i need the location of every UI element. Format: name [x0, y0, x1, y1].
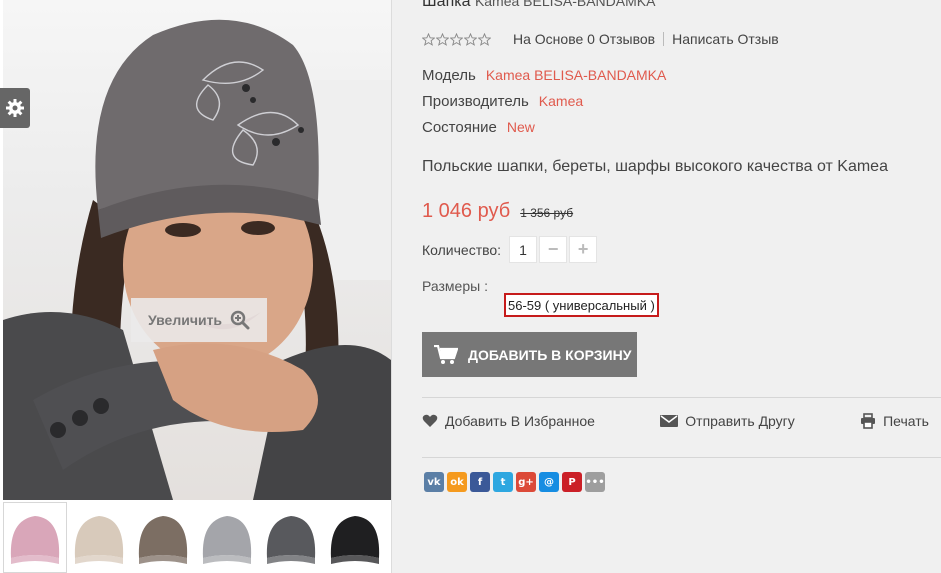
star-icon: [450, 32, 463, 46]
spec-condition-value: New: [506, 119, 535, 135]
hat-model-photo: [3, 19, 391, 500]
star-icon: [478, 32, 491, 46]
thumbnail-2[interactable]: [67, 502, 131, 573]
google-plus-icon[interactable]: g+: [516, 472, 536, 492]
write-review-link[interactable]: Написать Отзыв: [672, 31, 779, 47]
social-share-bar: vk ok f t g+ @ P •••: [424, 472, 605, 492]
spec-manufacturer-value[interactable]: Kamea: [539, 93, 583, 109]
price-row: 1 046 руб 1 356 руб: [422, 200, 573, 223]
pinterest-icon[interactable]: P: [562, 472, 582, 492]
spec-model: Модель Kamea BELISA-BANDAMKA: [422, 67, 666, 84]
product-title: Шапка Kamea BELISA-BANDAMKA: [422, 0, 655, 11]
printer-icon: [861, 413, 876, 429]
heart-icon: [422, 414, 438, 427]
sizes-label: Размеры :: [422, 278, 488, 294]
hat-thumbnail-image: [202, 515, 252, 564]
more-icon[interactable]: •••: [585, 472, 605, 492]
twitter-icon[interactable]: t: [493, 472, 513, 492]
quantity-input[interactable]: 1: [509, 236, 538, 263]
product-info: Шапка Kamea BELISA-BANDAMKA На Основе 0 …: [422, 0, 941, 573]
mailru-icon[interactable]: @: [539, 472, 559, 492]
add-to-cart-button[interactable]: ДОБАВИТЬ В КОРЗИНУ: [422, 332, 637, 377]
thumbnail-strip: [3, 502, 391, 573]
product-description: Польские шапки, береты, шарфы высокого к…: [422, 158, 888, 175]
odnoklassniki-icon[interactable]: ok: [447, 472, 467, 492]
hat-thumbnail-image: [74, 515, 124, 564]
product-page: Увеличить Шапка Kamea BELISA-BANDAMKA На…: [0, 0, 941, 573]
rating-stars: [422, 32, 491, 46]
send-to-friend-button[interactable]: Отправить Другу: [660, 413, 795, 429]
thumbnail-3[interactable]: [131, 502, 195, 573]
vk-icon[interactable]: vk: [424, 472, 444, 492]
zoom-in-icon: [230, 310, 250, 330]
star-icon: [464, 32, 477, 46]
reviews-count-link[interactable]: На Основе 0 Отзывов: [513, 31, 655, 47]
gear-icon: [6, 99, 24, 117]
spec-model-label: Модель: [422, 67, 476, 84]
divider-top: [422, 397, 941, 398]
quantity-decrease-button[interactable]: −: [539, 236, 568, 263]
spec-condition-label: Состояние: [422, 119, 497, 136]
quantity-increase-button[interactable]: +: [569, 236, 598, 263]
hat-thumbnail-image: [330, 515, 380, 564]
divider-bottom: [422, 457, 941, 458]
price-old: 1 356 руб: [520, 206, 574, 220]
settings-button[interactable]: [0, 88, 30, 128]
price-current: 1 046 руб: [422, 200, 511, 222]
hat-thumbnail-image: [266, 515, 316, 564]
envelope-icon: [660, 415, 679, 427]
spec-manufacturer-label: Производитель: [422, 93, 529, 110]
spec-condition: Состояние New: [422, 119, 535, 136]
send-friend-label: Отправить Другу: [685, 413, 795, 429]
zoom-label: Увеличить: [147, 312, 223, 328]
quantity-label: Количество:: [422, 241, 502, 258]
star-icon: [422, 32, 435, 46]
product-title-model: Kamea BELISA-BANDAMKA: [474, 0, 656, 9]
product-title-main: Шапка: [422, 0, 471, 10]
wishlist-label: Добавить В Избранное: [445, 413, 595, 429]
thumbnail-6[interactable]: [323, 502, 387, 573]
product-gallery: Увеличить: [0, 0, 392, 573]
facebook-icon[interactable]: f: [470, 472, 490, 492]
hat-thumbnail-image: [138, 515, 188, 564]
thumbnail-4[interactable]: [195, 502, 259, 573]
rating-divider: [663, 32, 665, 46]
thumbnail-5[interactable]: [259, 502, 323, 573]
quantity-row: Количество: 1 − +: [422, 236, 598, 263]
rating-row: На Основе 0 Отзывов Написать Отзыв: [422, 31, 779, 47]
thumbnail-1[interactable]: [3, 502, 67, 573]
product-actions: Добавить В Избранное Отправить Другу Печ…: [422, 413, 929, 429]
star-icon: [436, 32, 449, 46]
add-to-cart-label: ДОБАВИТЬ В КОРЗИНУ: [468, 346, 632, 363]
zoom-button[interactable]: Увеличить: [131, 298, 267, 342]
spec-manufacturer: Производитель Kamea: [422, 93, 583, 110]
print-button[interactable]: Печать: [860, 413, 929, 429]
add-to-wishlist-button[interactable]: Добавить В Избранное: [422, 413, 595, 429]
main-product-image[interactable]: Увеличить: [3, 0, 391, 500]
hat-thumbnail-image: [10, 515, 60, 564]
print-label: Печать: [883, 413, 929, 429]
spec-model-value[interactable]: Kamea BELISA-BANDAMKA: [486, 67, 667, 83]
size-option[interactable]: 56-59 ( универсальный ): [504, 293, 659, 317]
cart-icon: [434, 344, 458, 364]
